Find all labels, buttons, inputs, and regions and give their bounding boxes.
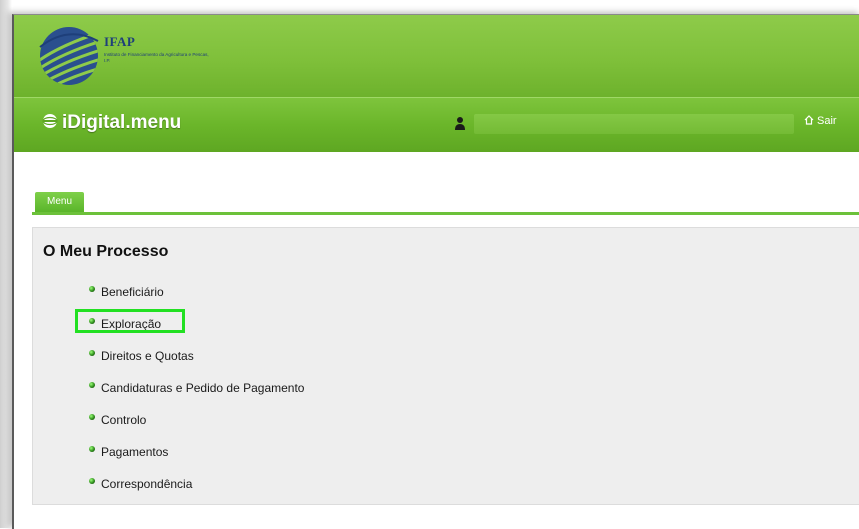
menu-item-label: Candidaturas e Pedido de Pagamento (101, 381, 305, 395)
menu-item-label: Beneficiário (101, 285, 164, 299)
app-title-label: iDigital.menu (62, 112, 182, 133)
menu-item-pagamentos[interactable]: Pagamentos (89, 440, 304, 464)
logout-button[interactable]: Sair (804, 115, 837, 127)
menu-item-label: Pagamentos (101, 445, 169, 459)
ifap-logo[interactable]: IFAP Instituto de Financiamento da Agric… (38, 25, 228, 87)
menu-item-controlo[interactable]: Controlo (89, 408, 304, 432)
header-band: IFAP Instituto de Financiamento da Agric… (14, 15, 859, 97)
app-title[interactable]: iDigital.menu (42, 112, 181, 136)
home-icon (804, 115, 814, 125)
menu-item-beneficiario[interactable]: Beneficiário (89, 280, 304, 304)
ifap-logo-icon (39, 27, 99, 85)
logout-label: Sair (817, 115, 837, 127)
tab-menu[interactable]: Menu (35, 192, 84, 212)
menu-item-direitos-quotas[interactable]: Direitos e Quotas (89, 344, 304, 368)
user-icon (455, 117, 465, 130)
globe-icon (42, 114, 58, 128)
bullet-icon (89, 286, 95, 292)
highlight-box (75, 309, 185, 333)
menu-item-candidaturas[interactable]: Candidaturas e Pedido de Pagamento (89, 376, 304, 400)
tab-underline (32, 212, 859, 215)
menu-item-exploracao[interactable]: Exploração (75, 309, 304, 336)
bullet-icon (89, 382, 95, 388)
menu-item-label: Direitos e Quotas (101, 349, 194, 363)
process-panel: O Meu Processo Beneficiário Exploração D… (32, 227, 859, 505)
menu-bar: iDigital.menu Sair (14, 97, 859, 152)
process-menu-list: Beneficiário Exploração Direitos e Quota… (75, 280, 304, 504)
menu-item-correspondencia[interactable]: Correspondência (89, 472, 304, 496)
panel-title: O Meu Processo (43, 243, 169, 260)
bullet-icon (89, 478, 95, 484)
user-name-field (474, 114, 794, 134)
browser-window: IFAP Instituto de Financiamento da Agric… (12, 14, 859, 529)
bullet-icon (89, 414, 95, 420)
menu-item-label: Controlo (101, 413, 147, 427)
logo-subtitle: Instituto de Financiamento da Agricultur… (104, 52, 209, 63)
logo-title: IFAP (104, 34, 136, 49)
menu-item-label: Correspondência (101, 477, 193, 491)
bullet-icon (89, 446, 95, 452)
bullet-icon (89, 350, 95, 356)
